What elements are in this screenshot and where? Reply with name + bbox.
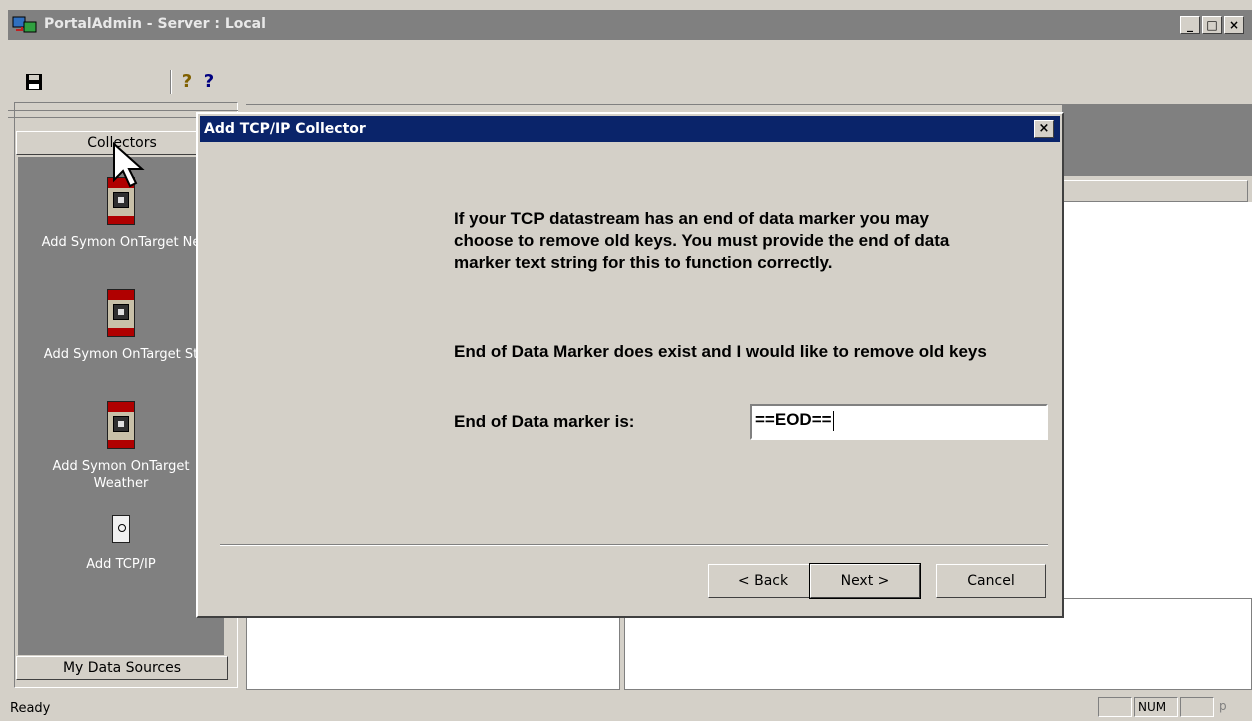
help-icon[interactable]: ? — [176, 72, 198, 92]
marker-input[interactable]: ==EOD== — [750, 404, 1048, 440]
my-data-sources-button[interactable]: My Data Sources — [16, 656, 228, 680]
status-cell-extra: p — [1219, 699, 1227, 713]
tcpip-icon — [112, 515, 130, 543]
minimize-button[interactable]: _ — [1180, 16, 1200, 34]
status-bar: Ready NUM p — [0, 694, 1252, 721]
symon-icon — [107, 401, 135, 449]
dialog-title-bar: Add TCP/IP Collector × — [200, 116, 1060, 142]
back-button[interactable]: < Back — [708, 564, 818, 598]
marker-label: End of Data marker is: — [454, 412, 635, 431]
status-cell-caps — [1098, 697, 1132, 717]
toolbar-separator — [170, 70, 172, 94]
status-cell-scroll — [1180, 697, 1214, 717]
column-header — [1062, 180, 1248, 202]
item-label: Add TCP/IP — [86, 557, 156, 572]
dialog-description: If your TCP datastream has an end of dat… — [454, 209, 950, 272]
maximize-button[interactable]: □ — [1202, 16, 1222, 34]
item-label: Add Symon OnTarget St — [43, 347, 199, 362]
save-icon[interactable] — [26, 74, 42, 90]
list-item[interactable]: Add Symon OnTarget Weather — [18, 401, 224, 492]
collectors-list: Add Symon OnTarget Ne Add Symon OnTarget… — [18, 157, 224, 655]
status-cell-num: NUM — [1134, 697, 1178, 717]
dialog-separator — [220, 544, 1048, 546]
whats-this-icon[interactable]: ? — [198, 72, 220, 92]
toolbar: ? ? — [8, 40, 1252, 100]
list-item[interactable]: Add Symon OnTarget St — [18, 289, 224, 363]
item-label: Weather — [93, 476, 149, 491]
text-caret — [832, 410, 834, 431]
marker-value: ==EOD== — [755, 410, 832, 429]
item-label: Add Symon OnTarget Ne — [41, 235, 201, 250]
add-tcpip-dialog: Add TCP/IP Collector × If your TCP datas… — [196, 112, 1064, 618]
next-button[interactable]: Next > — [809, 563, 921, 599]
dialog-close-button[interactable]: × — [1034, 120, 1054, 138]
remove-old-keys-option[interactable]: End of Data Marker does exist and I woul… — [454, 342, 1050, 362]
right-list-area — [1062, 202, 1252, 602]
title-bar: PortalAdmin - Server : Local _ □ × — [8, 10, 1252, 40]
list-item[interactable]: Add TCP/IP — [18, 515, 224, 573]
cancel-button[interactable]: Cancel — [936, 564, 1046, 598]
window-title: PortalAdmin - Server : Local — [44, 16, 266, 32]
mouse-cursor-icon — [113, 142, 145, 188]
status-text: Ready — [10, 701, 51, 716]
panel-divider — [246, 104, 1066, 110]
right-panel-header-area — [1062, 104, 1252, 176]
symon-icon — [107, 289, 135, 337]
app-icon — [12, 16, 37, 33]
item-label: Add Symon OnTarget — [52, 459, 190, 474]
dialog-title: Add TCP/IP Collector — [204, 121, 366, 137]
app-window: PortalAdmin - Server : Local _ □ × ? ? C… — [0, 0, 1252, 721]
close-button[interactable]: × — [1224, 16, 1244, 34]
